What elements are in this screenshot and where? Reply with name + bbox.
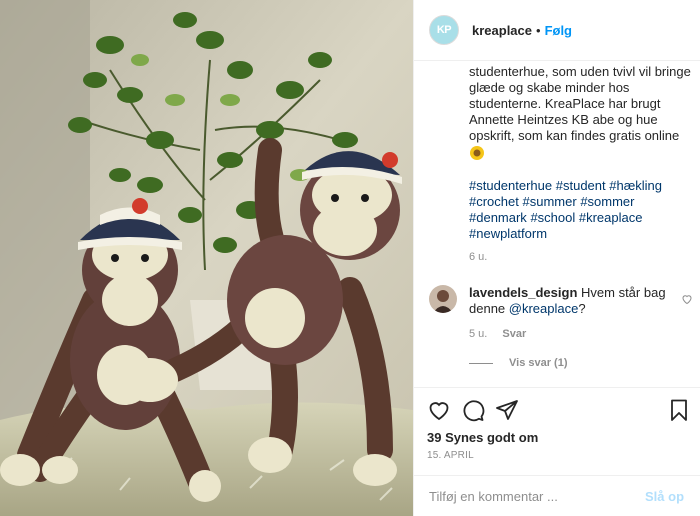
- replies-divider: [469, 362, 493, 364]
- avatar[interactable]: KP: [429, 15, 459, 45]
- hashtag[interactable]: #crochet: [469, 194, 519, 209]
- hashtag[interactable]: #denmark: [469, 210, 527, 225]
- comment-input[interactable]: [427, 487, 641, 505]
- comment-suffix: ?: [578, 301, 586, 316]
- hashtag[interactable]: #newplatform: [469, 226, 547, 241]
- post-date[interactable]: 15. APRIL: [427, 450, 474, 461]
- crochet-monkeys-photo: [0, 0, 413, 516]
- hashtag[interactable]: #school: [530, 210, 575, 225]
- follow-button[interactable]: Følg: [545, 23, 572, 38]
- post-photo[interactable]: [0, 0, 413, 516]
- comment-timestamp[interactable]: 5 u.: [469, 328, 487, 340]
- post-author-username[interactable]: kreaplace: [472, 23, 532, 38]
- post-side-panel: KP kreaplace • Følg at hækle KB aber med…: [413, 0, 700, 516]
- like-comment-heart-icon[interactable]: [681, 293, 693, 305]
- hashtag[interactable]: #studenterhue: [469, 178, 552, 193]
- view-replies-button[interactable]: Vis svar (1): [469, 357, 568, 369]
- comments-section[interactable]: at hækle KB aber med en fin studenterhue…: [414, 61, 700, 387]
- heart-icon[interactable]: [427, 398, 451, 422]
- likes-count[interactable]: 39 Synes godt om: [427, 430, 538, 445]
- hashtag[interactable]: #kreaplace: [579, 210, 643, 225]
- add-comment-bar: Slå op: [414, 475, 700, 516]
- instagram-post: KP kreaplace • Følg at hækle KB aber med…: [0, 0, 700, 516]
- separator-dot: •: [536, 22, 541, 38]
- post-actions: 39 Synes godt om 15. APRIL: [414, 387, 700, 475]
- comment-meta: 5 u. Svar: [469, 328, 526, 340]
- share-icon[interactable]: [495, 398, 519, 422]
- reply-button[interactable]: Svar: [502, 328, 526, 340]
- hashtag[interactable]: #hækling: [609, 178, 662, 193]
- sunflower-icon: [470, 145, 484, 160]
- bookmark-icon[interactable]: [667, 398, 691, 422]
- commenter-avatar[interactable]: [429, 285, 457, 313]
- commenter-username[interactable]: lavendels_design: [469, 285, 577, 300]
- hashtag[interactable]: #sommer: [580, 194, 634, 209]
- hashtag[interactable]: #student: [556, 178, 606, 193]
- avatar-initials: KP: [436, 24, 452, 36]
- post-header: KP kreaplace • Følg: [414, 0, 700, 61]
- hashtag[interactable]: #summer: [523, 194, 577, 209]
- caption-timestamp[interactable]: 6 u.: [469, 251, 487, 263]
- comment-text: lavendels_design Hvem står bag denne @kr…: [469, 285, 669, 317]
- caption: at hækle KB aber med en fin studenterhue…: [469, 61, 691, 161]
- caption-text: at hækle KB aber med en fin studenterhue…: [469, 61, 691, 143]
- comment-icon[interactable]: [461, 398, 485, 422]
- view-replies-label: Vis svar (1): [509, 357, 568, 369]
- hashtag-list: #studenterhue #student #hækling #crochet…: [469, 178, 691, 242]
- comment-mention[interactable]: @kreaplace: [509, 301, 579, 316]
- post-comment-button[interactable]: Slå op: [645, 489, 684, 504]
